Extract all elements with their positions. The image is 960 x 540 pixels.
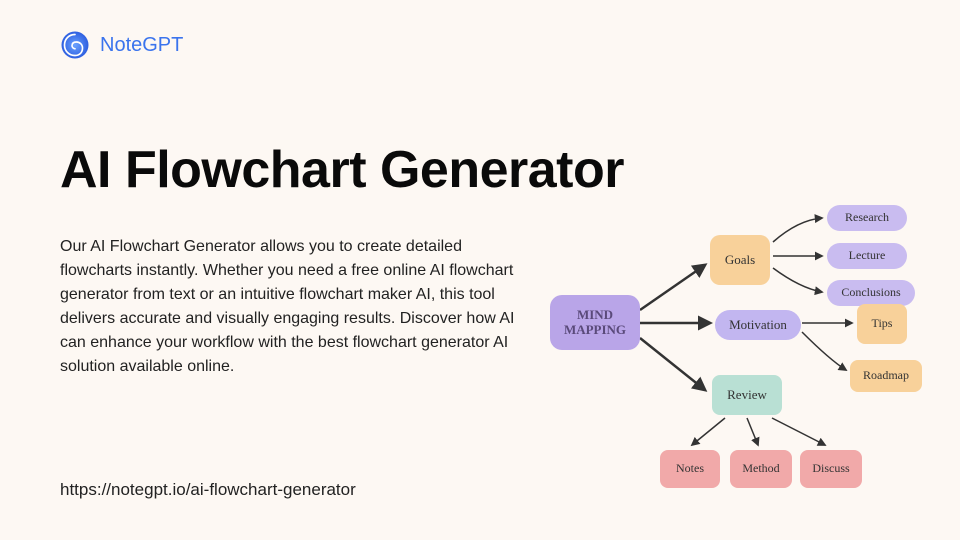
swirl-icon [60, 30, 90, 60]
node-roadmap: Roadmap [850, 360, 922, 392]
node-motivation: Motivation [715, 310, 801, 340]
node-review: Review [712, 375, 782, 415]
node-root: MIND MAPPING [550, 295, 640, 350]
mindmap-diagram: MIND MAPPING Goals Motivation Review Res… [540, 210, 940, 510]
node-research: Research [827, 205, 907, 231]
node-notes: Notes [660, 450, 720, 488]
brand-name: NoteGPT [100, 34, 183, 57]
page-title: AI Flowchart Generator [60, 140, 624, 200]
description-text: Our AI Flowchart Generator allows you to… [60, 235, 530, 379]
page-url: https://notegpt.io/ai-flowchart-generato… [60, 480, 356, 500]
node-discuss: Discuss [800, 450, 862, 488]
logo: NoteGPT [60, 30, 183, 60]
node-method: Method [730, 450, 792, 488]
node-goals: Goals [710, 235, 770, 285]
node-lecture: Lecture [827, 243, 907, 269]
node-tips: Tips [857, 304, 907, 344]
node-conclusions: Conclusions [827, 280, 915, 306]
